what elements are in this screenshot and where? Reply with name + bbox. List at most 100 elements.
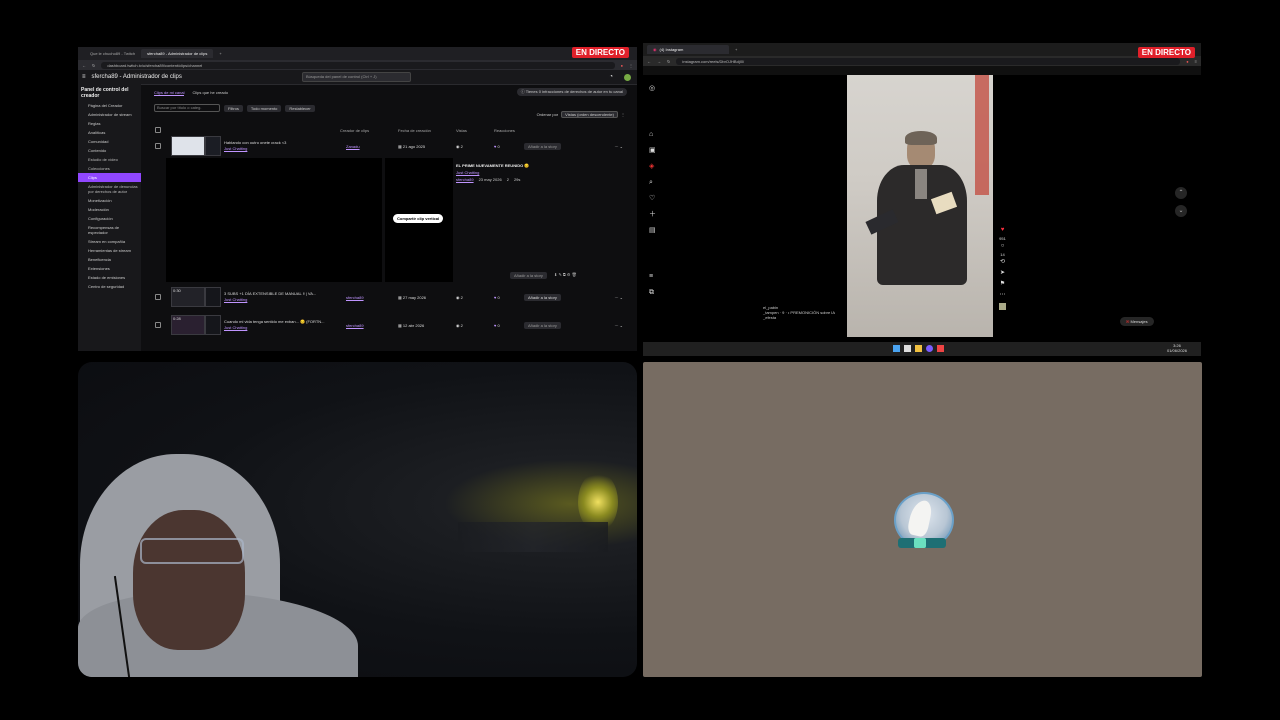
clip-thumbnail-2[interactable] <box>205 136 221 156</box>
next-reel-button[interactable]: ⌄ <box>1175 205 1187 217</box>
clip-thumbnail[interactable]: 0:30 <box>171 287 205 307</box>
clip-creator[interactable]: sfercha89 <box>346 295 364 300</box>
row-actions-icon[interactable]: ⋯ ⌄ <box>615 295 623 300</box>
sidebar-item[interactable]: Administrador de stream <box>78 110 141 119</box>
clip-creator[interactable]: sfercha89 <box>346 323 364 328</box>
clip-category[interactable]: Just Chatting <box>224 297 316 303</box>
expanded-clip-category[interactable]: Just Chatting <box>456 169 529 176</box>
sidebar-item[interactable]: Administrador de denuncias por derechos … <box>78 182 141 196</box>
apps-icon[interactable]: ⧉ <box>649 285 656 301</box>
sidebar-item[interactable]: Stream en compañía <box>78 237 141 246</box>
clip-thumbnail-2[interactable] <box>205 315 221 335</box>
more-icon[interactable]: ⋮ <box>621 112 625 117</box>
browser-taskbar-icon[interactable] <box>926 345 933 352</box>
reels-icon[interactable]: ▣ <box>649 143 656 159</box>
extensions-icon[interactable]: ● <box>1186 59 1188 64</box>
browser-tab[interactable]: Que le chucho89 - Twitch <box>84 49 141 58</box>
explorer-icon[interactable] <box>915 345 922 352</box>
menu-icon[interactable]: ≡ <box>1195 59 1197 64</box>
select-all-checkbox[interactable] <box>155 127 161 133</box>
url-field[interactable]: dashboard.twitch.tv/u/sfercha89/content/… <box>101 61 615 69</box>
app-taskbar-icon[interactable] <box>937 345 944 352</box>
sidebar-item[interactable]: Reglas <box>78 119 141 128</box>
row-actions-icon[interactable]: ⋯ ⌄ <box>615 144 623 149</box>
sidebar-item[interactable]: Clips <box>78 173 141 182</box>
sidebar-item[interactable]: Moderación <box>78 205 141 214</box>
vertical-clip-preview[interactable]: Compartir clip vertical <box>385 158 453 282</box>
sort-select[interactable]: Vistas (orden descendente) <box>561 111 618 118</box>
filter-search-input[interactable]: Buscar por título o categ. <box>154 104 220 112</box>
table-row[interactable]: 0:28 Cuando mi vida tenga sentido me exb… <box>154 315 629 335</box>
filters-button[interactable]: Filtros <box>224 104 243 112</box>
sidebar-item[interactable]: Configuración <box>78 214 141 223</box>
expanded-add-to-story-button[interactable]: Añadir a la story <box>510 272 547 279</box>
sidebar-item[interactable]: Herramientas de stream <box>78 246 141 255</box>
extensions-icon[interactable]: ● <box>621 63 623 68</box>
forward-icon[interactable]: → <box>657 59 661 64</box>
time-range-button[interactable]: Todo momento <box>246 104 282 112</box>
clip-thumbnail[interactable] <box>171 136 205 156</box>
tab-my-channel-clips[interactable]: Clips de mi canal <box>154 90 185 96</box>
system-clock[interactable]: 3:26 01/06/2026 <box>1167 343 1187 353</box>
save-icon[interactable]: ⚑ <box>999 279 1006 290</box>
sidebar-item[interactable]: Monetización <box>78 196 141 205</box>
like-icon[interactable]: ♥ <box>999 225 1006 236</box>
url-field[interactable]: instagram.com/reels/DbrOJHBdjI0/ <box>676 57 1181 65</box>
messages-button[interactable]: ✉ Mensajes <box>1120 317 1154 326</box>
add-to-story-button[interactable]: Añadir a la story <box>524 142 561 150</box>
reload-icon[interactable]: ↻ <box>92 63 95 68</box>
more-options-icon[interactable]: ⋯ <box>999 290 1006 301</box>
repost-icon[interactable]: ⟲ <box>999 257 1006 268</box>
sidebar-item[interactable]: Colecciones <box>78 164 141 173</box>
dashboard-search-input[interactable]: Búsqueda del panel de control (Ctrl + J) <box>302 72 411 82</box>
back-icon[interactable]: ← <box>82 63 86 68</box>
tab-created-clips[interactable]: Clips que he creado <box>192 90 228 95</box>
sidebar-item[interactable]: Analíticas <box>78 128 141 137</box>
more-menu-icon[interactable]: ≡ <box>649 269 656 285</box>
reload-icon[interactable]: ↻ <box>667 59 670 64</box>
instagram-logo-icon[interactable]: ◎ <box>649 81 656 97</box>
reel-video[interactable] <box>847 75 993 337</box>
menu-icon[interactable]: ⋮ <box>629 63 633 68</box>
windows-start-icon[interactable] <box>893 345 900 352</box>
sidebar-item[interactable]: Página del Creador <box>78 101 141 110</box>
avatar[interactable] <box>624 73 631 81</box>
row-actions-icon[interactable]: ⋯ ⌄ <box>615 323 623 328</box>
expanded-clip-creator[interactable]: sfercha89 <box>456 176 474 183</box>
explore-icon[interactable]: ◈ <box>649 159 656 175</box>
table-row[interactable]: 0:30 3 SUBS +1 DÍA EXTENSIBLE DE MANUAL … <box>154 287 629 307</box>
clip-thumbnail[interactable]: 0:28 <box>171 315 205 335</box>
sidebar-item[interactable]: Recompensas de espectador <box>78 223 141 237</box>
share-icon[interactable]: ➤ <box>999 268 1006 279</box>
row-checkbox[interactable] <box>155 322 161 328</box>
previous-reel-button[interactable]: ⌃ <box>1175 187 1187 199</box>
new-tab-button[interactable]: + <box>729 45 743 54</box>
sidebar-item[interactable]: Estudio de vídeo <box>78 155 141 164</box>
clip-thumbnail-2[interactable] <box>205 287 221 307</box>
browser-tab-active[interactable]: ◉ (4) Instagram <box>647 45 729 54</box>
bell-icon[interactable]: ◔ <box>609 74 613 80</box>
sidebar-item[interactable]: Extensiones <box>78 264 141 273</box>
clip-category[interactable]: Just Chatting <box>224 146 286 152</box>
comment-icon[interactable]: ○ <box>999 241 1006 252</box>
clip-creator[interactable]: Zanadu <box>346 144 360 149</box>
sidebar-item[interactable]: Centro de seguridad <box>78 282 141 291</box>
sidebar-item[interactable]: Contenido <box>78 146 141 155</box>
heart-icon[interactable]: ♡ <box>649 191 656 207</box>
row-checkbox[interactable] <box>155 294 161 300</box>
dashboard-icon[interactable]: ▤ <box>649 223 656 239</box>
sidebar-item[interactable]: Estado de emisiones <box>78 273 141 282</box>
browser-tab-active[interactable]: sfercha89 - Administrador de clips <box>141 49 214 58</box>
new-tab-button[interactable]: + <box>213 49 227 58</box>
share-vertical-clip-button[interactable]: Compartir clip vertical <box>393 214 444 223</box>
hamburger-icon[interactable]: ≡ <box>82 74 86 80</box>
reset-button[interactable]: Restablecer <box>285 104 315 112</box>
add-to-story-button[interactable]: Añadir a la story <box>524 293 561 301</box>
clip-category[interactable]: Just Chatting <box>224 325 325 331</box>
search-icon[interactable]: ⌕ <box>649 175 656 191</box>
table-row[interactable]: Hablando con outro onete crack <3 Just C… <box>154 136 629 156</box>
add-to-story-button[interactable]: Añadir a la story <box>524 321 561 329</box>
audio-thumbnail[interactable] <box>999 303 1006 310</box>
sidebar-item[interactable]: Beneficencia <box>78 255 141 264</box>
row-checkbox[interactable] <box>155 143 161 149</box>
